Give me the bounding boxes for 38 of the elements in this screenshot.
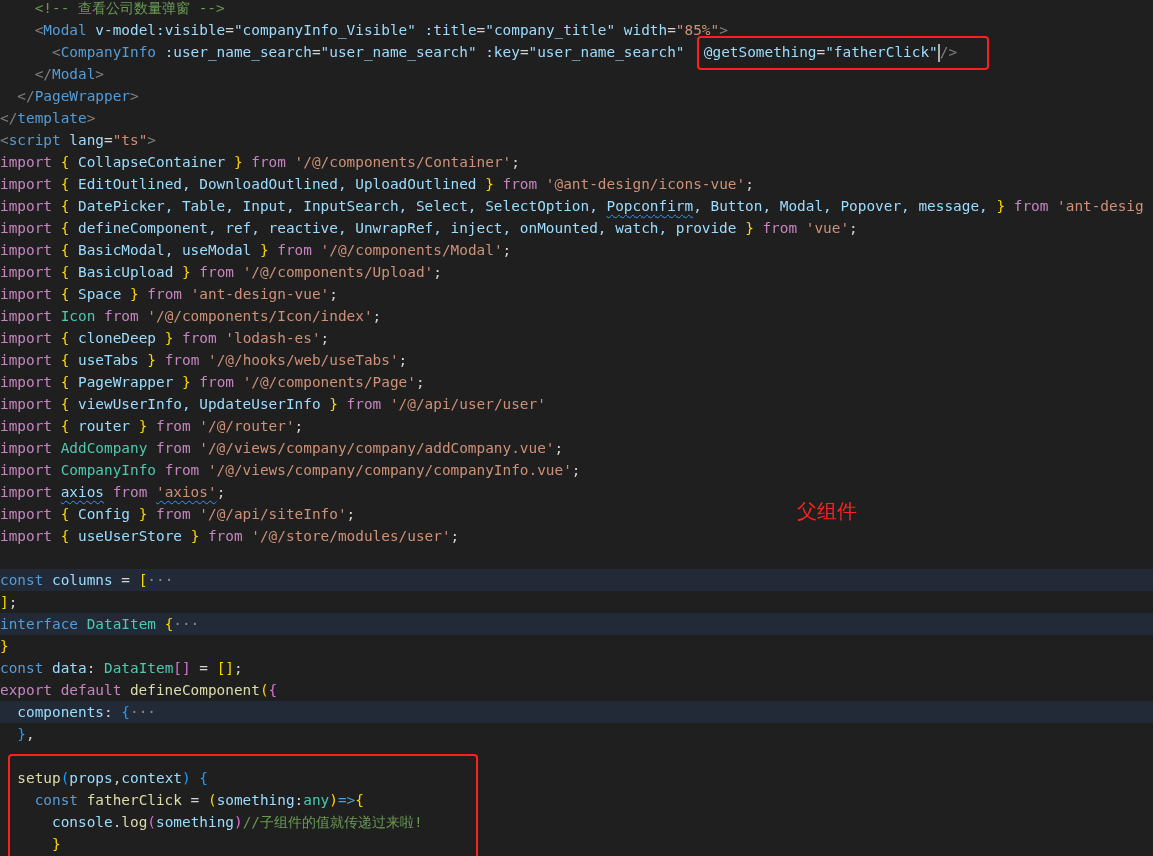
code-line: import { CollapseContainer } from '/@/components/Container'; xyxy=(0,154,520,170)
code-line: import { BasicUpload } from '/@/components/Upload'; xyxy=(0,264,442,280)
code-text: <CompanyInfo :user_name_search="user_name_search" :key="user_name_search" xyxy=(50,44,686,60)
code-line: <Modal v-model:visible="companyInfo_Visible" :title="company_title" width="85%"> xyxy=(33,22,728,38)
code-line: import { Space } from 'ant-design-vue'; xyxy=(0,286,338,302)
code-line: import { router } from '/@/router'; xyxy=(0,418,304,434)
code-line: }, xyxy=(16,726,35,742)
code-line: import { viewUserInfo, UpdateUserInfo } from '/@/api/user/user' xyxy=(0,396,546,412)
annotation-label: 父组件 xyxy=(797,498,857,525)
text-cursor xyxy=(937,44,940,62)
code-line: const fatherClick = (something:any)=>{ xyxy=(33,792,364,808)
code-line: <script lang="ts"> xyxy=(0,132,156,148)
code-text: /> xyxy=(939,44,958,60)
code-line: import AddCompany from '/@/views/company/company/addCompany.vue'; xyxy=(0,440,564,456)
code-line: import { useUserStore } from '/@/store/modules/user'; xyxy=(0,528,460,544)
code-line: console.log(something)//子组件的值就传递过来啦! xyxy=(50,814,423,830)
code-line: import { cloneDeep } from 'lodash-es'; xyxy=(0,330,330,346)
code-text: @getSomething="fatherClick" xyxy=(703,44,938,60)
code-line: import { Config } from '/@/api/siteInfo'; xyxy=(0,506,356,522)
code-line: } xyxy=(0,638,9,654)
code-line: export default defineComponent({ xyxy=(0,682,278,698)
code-line: </template> xyxy=(0,110,96,126)
code-line: <!-- 查看公司数量弹窗 --> xyxy=(33,0,225,16)
code-line: import Icon from '/@/components/Icon/index'; xyxy=(0,308,382,324)
code-line: import { useTabs } from '/@/hooks/web/useTabs'; xyxy=(0,352,408,368)
code-line: import { EditOutlined, DownloadOutlined, UploadOutlined } from '@ant-design/icons-vue'; xyxy=(0,176,754,192)
code-line: import { defineComponent, ref, reactive, UnwrapRef, inject, onMounted, watch, provide } from 'vue'; xyxy=(0,220,858,236)
code-line: ]; xyxy=(0,594,18,610)
code-line: import CompanyInfo from '/@/views/company/company/companyInfo.vue'; xyxy=(0,462,581,478)
code-line: import { BasicModal, useModal } from '/@/components/Modal'; xyxy=(0,242,512,258)
code-line: import axios from 'axios'; xyxy=(0,484,226,500)
code-line: </Modal> xyxy=(33,66,104,82)
code-line: import { PageWrapper } from '/@/components/Page'; xyxy=(0,374,425,390)
code-line: setup(props,context) { xyxy=(16,770,208,786)
code-line: </PageWrapper> xyxy=(16,88,139,104)
code-line: } xyxy=(50,836,61,852)
code-line: import { DatePicker, Table, Input, InputSearch, Select, SelectOption, Popconfirm, Button, Modal, Popover, message, } from 'ant-desig xyxy=(0,198,1144,214)
code-line: const data: DataItem[] = []; xyxy=(0,660,243,676)
